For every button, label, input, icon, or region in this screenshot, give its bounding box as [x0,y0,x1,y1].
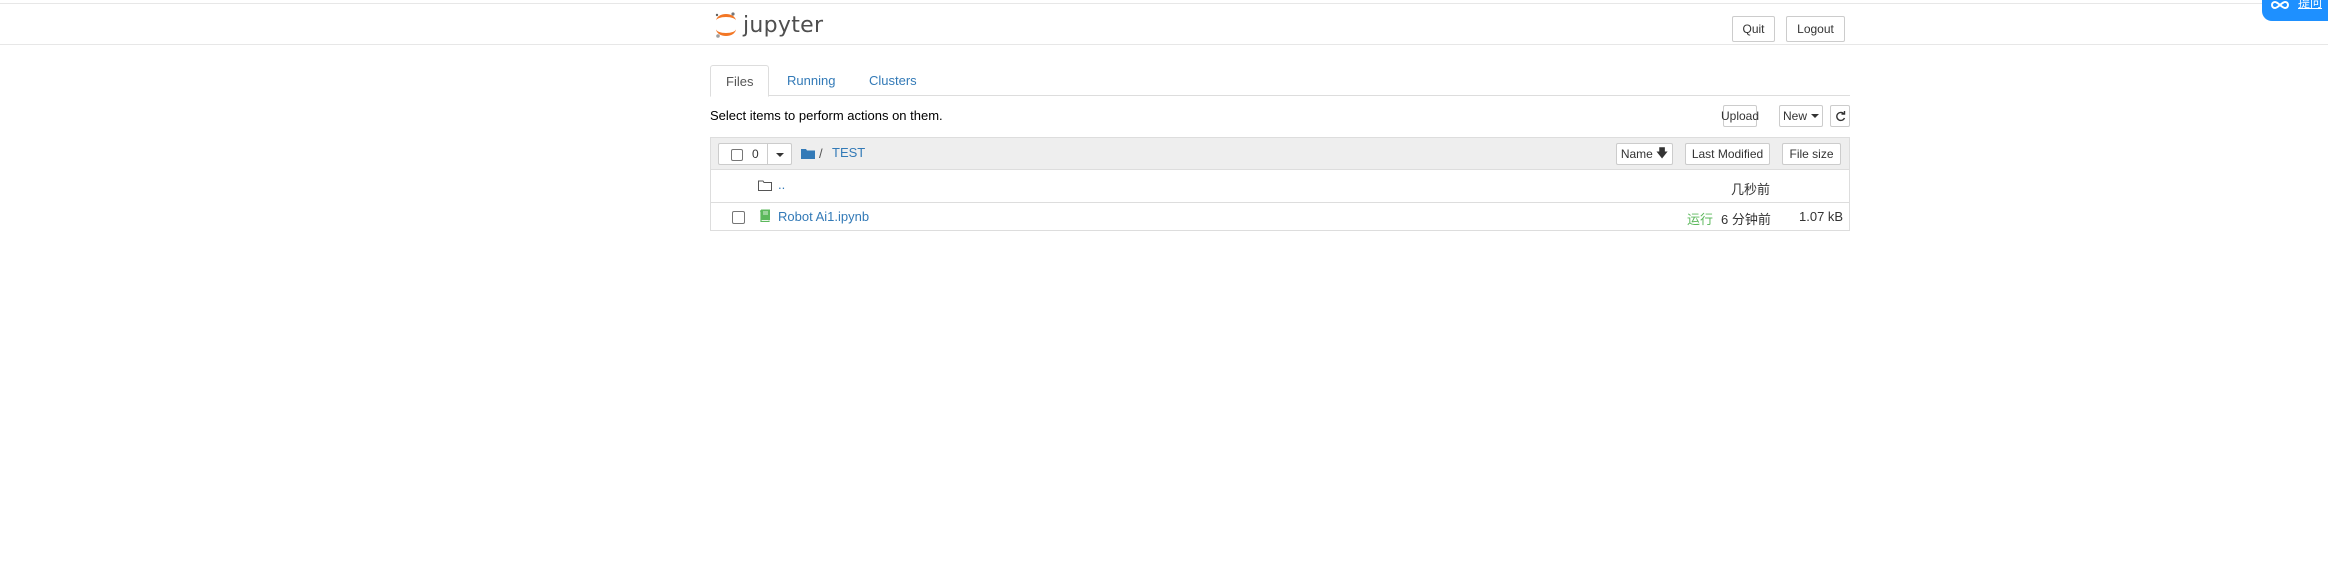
notebook-link[interactable]: Robot Ai1.ipynb [778,209,869,224]
sort-name-label: Name [1620,147,1653,161]
select-dropdown-caret-icon[interactable] [776,153,784,157]
refresh-icon [1835,110,1845,121]
folder-outline-icon [758,180,772,191]
sort-last-modified-label: Last Modified [1691,147,1764,161]
tab-files[interactable]: Files [710,65,770,97]
infinity-icon [2271,0,2289,10]
select-all-checkbox[interactable] [731,149,743,161]
select-all-group[interactable]: 0 [718,143,792,165]
jupyter-logo-text: jupyter [743,12,824,38]
parent-folder-link[interactable]: .. [778,177,785,192]
folder-icon[interactable] [801,148,815,159]
sort-file-size-button[interactable]: File size [1782,143,1841,165]
breadcrumb-folder[interactable]: TEST [832,145,865,160]
new-dropdown-button[interactable]: New [1779,105,1823,127]
jupyter-logo[interactable]: jupyter [713,10,823,40]
logout-button[interactable]: Logout [1786,16,1845,42]
select-divider [767,144,768,164]
sort-file-size-label: File size [1789,147,1834,161]
tab-bar: Files Running Clusters [710,65,1850,97]
file-list-header: 0 / TEST Name 🡇 Last Modified File size [711,138,1849,170]
caret-down-icon [1811,114,1819,118]
row-checkbox[interactable] [732,211,745,224]
corner-help-label: 提问 [2298,0,2323,10]
new-label: New [1782,109,1807,123]
selection-hint: Select items to perform actions on them. [710,108,943,123]
file-size: 1.07 kB [1799,209,1844,224]
last-modified: 6 分钟前 [1721,212,1771,227]
running-status: 运行 [1687,212,1714,227]
sort-last-modified-button[interactable]: Last Modified [1685,143,1770,165]
jupyter-logo-icon [715,12,736,38]
quit-button[interactable]: Quit [1732,16,1775,42]
selected-count: 0 [752,147,759,161]
breadcrumb-separator: / [819,146,823,161]
upload-button[interactable]: Upload [1720,105,1760,127]
upload-label: Upload [1720,109,1760,123]
corner-label-underline [2298,8,2322,9]
tab-running[interactable]: Running [772,65,850,96]
tab-clusters[interactable]: Clusters [854,65,932,96]
notebook-icon [760,209,770,222]
refresh-button[interactable] [1830,105,1850,127]
list-item-parent[interactable]: .. 几秒前 [711,171,1849,203]
corner-help-widget[interactable]: 提问 [2262,0,2328,21]
list-item-notebook[interactable]: Robot Ai1.ipynb 运行 6 分钟前 1.07 kB [711,204,1849,230]
last-modified: 几秒前 [1731,182,1771,197]
header: jupyter Quit Logout [0,4,2328,45]
file-list: 0 / TEST Name 🡇 Last Modified File size .… [710,137,1850,231]
arrow-down-icon: 🡇 [1655,145,1669,160]
sort-name-button[interactable]: Name 🡇 [1616,143,1673,165]
